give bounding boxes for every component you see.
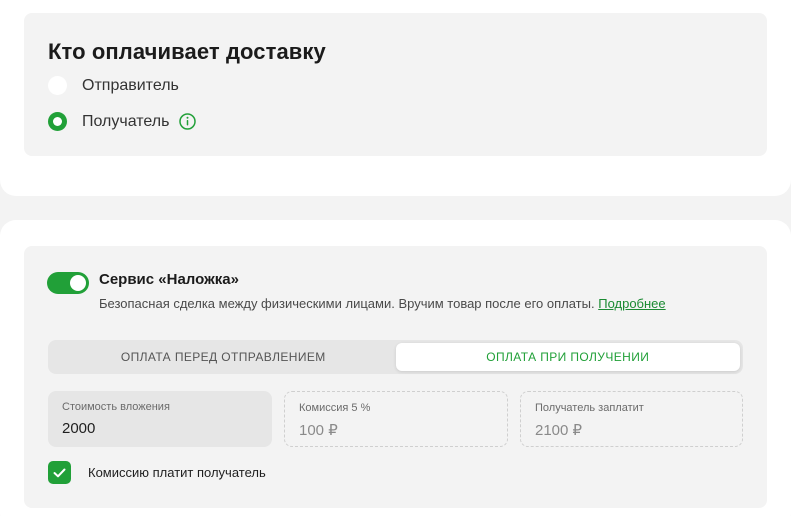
item-value-label: Стоимость вложения: [62, 401, 170, 413]
item-value-field[interactable]: Стоимость вложения 2000: [48, 391, 272, 447]
radio-sender-label: Отправитель: [82, 76, 179, 94]
radio-option-recipient[interactable]: Получатель: [48, 112, 197, 131]
radio-recipient-label: Получатель: [82, 112, 170, 130]
commission-field: Комиссия 5 % 100 ₽: [284, 391, 508, 447]
commission-label: Комиссия 5 %: [299, 402, 371, 414]
service-panel: Сервис «Наложка» Безопасная сделка между…: [24, 246, 767, 508]
service-card: Сервис «Наложка» Безопасная сделка между…: [0, 220, 791, 516]
service-description: Безопасная сделка между физическими лица…: [99, 296, 666, 311]
radio-sender[interactable]: [48, 76, 67, 95]
tab-pay-before-shipping[interactable]: ОПЛАТА ПЕРЕД ОТПРАВЛЕНИЕМ: [51, 343, 396, 371]
recipient-pays-field: Получатель заплатит 2100 ₽: [520, 391, 743, 447]
commission-value: 100 ₽: [299, 422, 338, 439]
delivery-payer-panel: Кто оплачивает доставку Отправитель Полу…: [24, 13, 767, 156]
recipient-pays-label: Получатель заплатит: [535, 402, 644, 414]
radio-recipient[interactable]: [48, 112, 67, 131]
service-description-text: Безопасная сделка между физическими лица…: [99, 296, 595, 311]
commission-checkbox-label: Комиссию платит получатель: [88, 465, 266, 480]
item-value-input[interactable]: 2000: [62, 420, 258, 437]
info-circle-icon[interactable]: [179, 113, 197, 130]
recipient-pays-value: 2100 ₽: [535, 422, 583, 439]
radio-option-sender[interactable]: Отправитель: [48, 76, 179, 95]
checkmark-icon: [53, 468, 66, 477]
service-toggle[interactable]: [47, 272, 89, 294]
payment-mode-tabs: ОПЛАТА ПЕРЕД ОТПРАВЛЕНИЕМ ОПЛАТА ПРИ ПОЛ…: [48, 340, 743, 374]
service-title: Сервис «Наложка»: [99, 271, 239, 288]
tab-pay-on-receipt[interactable]: ОПЛАТА ПРИ ПОЛУЧЕНИИ: [395, 343, 740, 371]
commission-checkbox[interactable]: [48, 461, 71, 484]
delivery-payer-card: Кто оплачивает доставку Отправитель Полу…: [0, 0, 791, 196]
delivery-payer-title: Кто оплачивает доставку: [48, 39, 326, 64]
more-info-link[interactable]: Подробнее: [598, 296, 665, 311]
commission-checkbox-row[interactable]: Комиссию платит получатель: [48, 461, 266, 484]
